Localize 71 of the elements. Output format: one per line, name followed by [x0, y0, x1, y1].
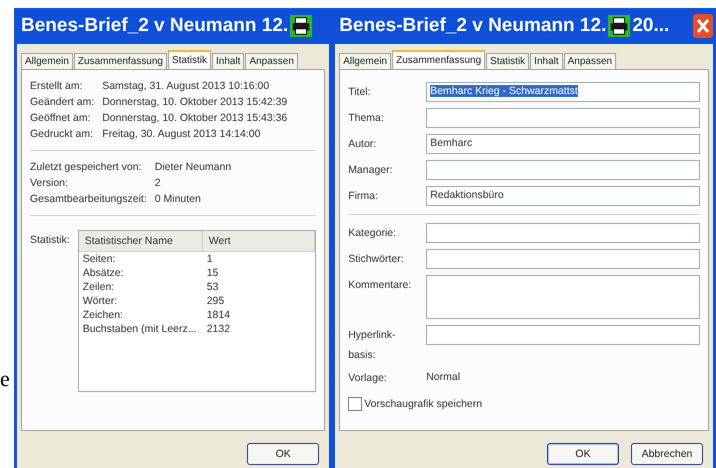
- table-cell-text: Buchstaben (mit Leerz...: [82, 322, 198, 336]
- input-field[interactable]: [426, 249, 700, 269]
- tab[interactable]: Zusammenfassung: [74, 53, 167, 69]
- column-header[interactable]: Statistischer Name: [78, 231, 203, 251]
- field-label: Vorlage:: [348, 371, 388, 385]
- field-value: Samstag, 31. August 2013 10:16:00: [102, 80, 270, 92]
- table-cell-text: Wörter:: [82, 294, 118, 308]
- field-label: Manager:: [348, 163, 394, 178]
- window-title: Benes-Brief_2 v Neumann 12.: [339, 15, 606, 37]
- field-value: 0 Minuten: [154, 193, 202, 205]
- printer-icon[interactable]: [608, 15, 630, 37]
- printer-icon[interactable]: [290, 15, 312, 37]
- table-cell-text: 15: [206, 266, 220, 280]
- tab[interactable]: Allgemein: [21, 53, 73, 69]
- field-label: Kategorie:: [348, 226, 398, 241]
- input-field[interactable]: Bemharc: [426, 134, 700, 154]
- field-label: Version:: [30, 177, 69, 189]
- table-cell-text: 53: [206, 280, 220, 294]
- cancel-button[interactable]: Abbrechen: [631, 443, 703, 465]
- ok-button[interactable]: OK: [247, 443, 320, 465]
- field-value: Normal: [426, 371, 460, 383]
- tab[interactable]: Statistik: [168, 50, 211, 69]
- field-label: Erstellt am:: [30, 80, 84, 92]
- input-field[interactable]: [426, 223, 700, 243]
- input-field[interactable]: [426, 160, 700, 180]
- tab[interactable]: Allgemein: [339, 53, 392, 69]
- tab[interactable]: Anpassen: [245, 53, 298, 69]
- field-label: Zuletzt gespeichert von:: [30, 161, 142, 173]
- table-cell-text: 2132: [206, 322, 232, 336]
- checkbox-label[interactable]: Vorschaugrafik speichern: [364, 398, 482, 410]
- table-cell-text: Seiten:: [82, 252, 116, 266]
- tab[interactable]: Inhalt: [212, 53, 244, 69]
- tab[interactable]: Statistik: [486, 53, 530, 69]
- page-letter: e: [0, 366, 10, 392]
- checkbox[interactable]: [348, 397, 362, 411]
- field-label: Statistik:: [30, 234, 70, 248]
- table-cell-text: 1: [206, 252, 214, 266]
- table-cell-text: Zeichen:: [82, 308, 124, 322]
- tab[interactable]: Zusammenfassung: [392, 50, 486, 69]
- field-label: Geändert am:: [30, 96, 94, 108]
- input-field[interactable]: Bemharc Krieg - Schwarzmattst: [426, 82, 700, 102]
- field-label: Thema:: [348, 111, 385, 126]
- table-cell-text: Absätze:: [82, 266, 125, 280]
- field-label: Autor:: [348, 137, 378, 152]
- window-title: 20...: [632, 15, 670, 37]
- input-field[interactable]: [426, 325, 700, 345]
- field-value: Freitag, 30. August 2013 14:14:00: [102, 128, 262, 140]
- ok-button[interactable]: OK: [547, 443, 619, 465]
- field-value: 2: [154, 177, 162, 189]
- field-value: Donnerstag, 10. Oktober 2013 15:43:36: [102, 112, 288, 124]
- window-title: Benes-Brief_2 v Neumann 12.: [21, 15, 288, 37]
- field-label: Hyperlink-basis:: [348, 328, 396, 363]
- input-field[interactable]: [426, 275, 700, 319]
- tab[interactable]: Anpassen: [564, 53, 616, 69]
- field-label: Gesamtbearbeitungszeit:: [30, 193, 147, 205]
- field-value: Dieter Neumann: [154, 161, 232, 173]
- column-header[interactable]: Wert: [202, 231, 316, 251]
- tab[interactable]: Inhalt: [530, 53, 563, 69]
- input-field[interactable]: [426, 108, 700, 128]
- table-cell-text: 1814: [206, 308, 232, 322]
- table-cell-text: 295: [206, 294, 226, 308]
- field-label: Firma:: [348, 189, 379, 204]
- field-label: Kommentare:: [348, 278, 412, 293]
- field-label: Titel:: [348, 85, 372, 100]
- close-icon[interactable]: [693, 14, 713, 38]
- table-cell-text: Zeilen:: [82, 280, 116, 294]
- field-label: Stichwörter:: [348, 252, 405, 267]
- field-label: Geöffnet am:: [30, 112, 92, 124]
- field-value: Donnerstag, 10. Oktober 2013 15:42:39: [102, 96, 288, 108]
- field-label: Gedruckt am:: [30, 128, 94, 140]
- input-field[interactable]: Redaktionsbüro: [426, 186, 700, 206]
